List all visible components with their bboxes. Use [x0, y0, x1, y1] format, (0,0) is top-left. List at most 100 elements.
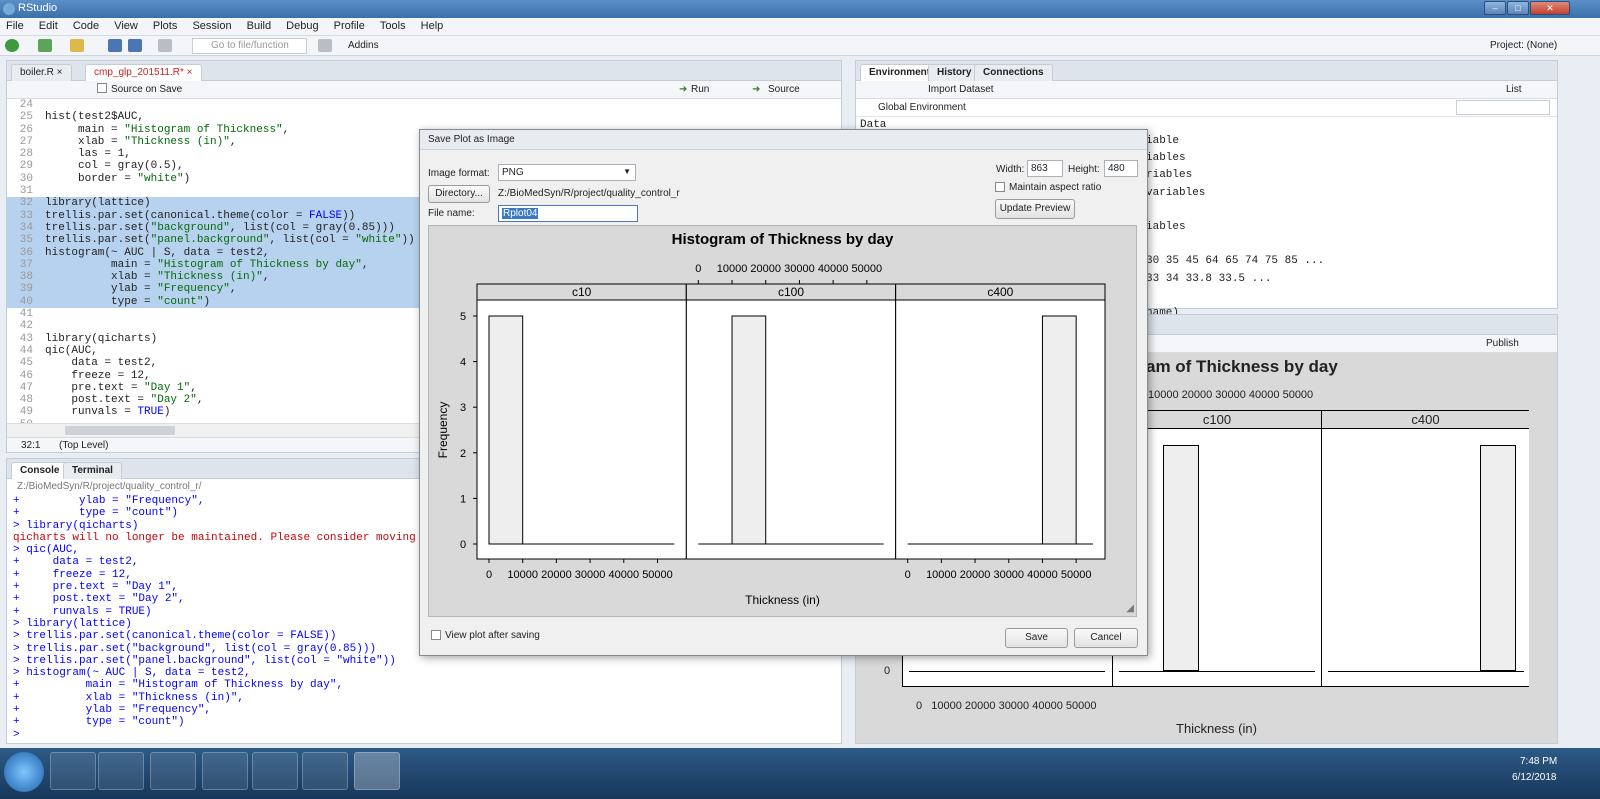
- addins-menu[interactable]: Addins: [348, 40, 379, 51]
- resize-grip-icon[interactable]: ◢: [1126, 603, 1134, 614]
- tab-connections[interactable]: Connections: [974, 64, 1053, 81]
- rstudio-task-icon[interactable]: [354, 752, 400, 790]
- global-env-dropdown[interactable]: Global Environment: [878, 102, 966, 113]
- env-search-input[interactable]: [1456, 100, 1550, 115]
- line-text: ylab = "Frequency",: [45, 283, 237, 296]
- environment-row[interactable]: [1146, 290, 1546, 307]
- open-file-icon[interactable]: [70, 39, 84, 52]
- menu-build[interactable]: Build: [241, 18, 277, 34]
- ie-icon[interactable]: [50, 752, 96, 790]
- environment-row[interactable]: iables: [1146, 221, 1546, 238]
- explorer-icon[interactable]: [98, 752, 144, 790]
- code-line[interactable]: 37 main = "Histogram of Thickness by day…: [7, 258, 425, 272]
- save-icon[interactable]: [108, 39, 122, 52]
- code-line[interactable]: 29 col = gray(0.5),: [7, 160, 425, 172]
- print-icon[interactable]: [158, 39, 172, 52]
- menu-help[interactable]: Help: [415, 18, 450, 34]
- code-line[interactable]: 36 histogram(~ AUC | S, data = test2,: [7, 246, 425, 259]
- cancel-button[interactable]: Cancel: [1074, 628, 1138, 648]
- file-name-input[interactable]: Rplot04: [498, 205, 638, 222]
- menu-file[interactable]: File: [0, 18, 30, 34]
- code-line[interactable]: 30 border = "white"): [7, 173, 425, 185]
- console-output[interactable]: + ylab = "Frequency", + type = "count") > …: [13, 495, 423, 741]
- menu-debug[interactable]: Debug: [280, 18, 324, 34]
- environment-row[interactable]: variables: [1146, 187, 1546, 204]
- save-button[interactable]: Save: [1005, 628, 1068, 648]
- menu-profile[interactable]: Profile: [328, 18, 371, 34]
- code-line[interactable]: 32 library(lattice): [7, 197, 425, 210]
- app-icon[interactable]: [302, 752, 348, 790]
- code-line[interactable]: 34 trellis.par.set("background", list(col…: [7, 221, 425, 235]
- code-line[interactable]: 42: [7, 320, 425, 332]
- publish-button[interactable]: Publish: [1486, 338, 1519, 349]
- start-button-icon[interactable]: [4, 752, 44, 792]
- code-line[interactable]: 35 trellis.par.set("panel.background", li…: [7, 234, 425, 247]
- environment-row[interactable]: iable: [1146, 135, 1546, 152]
- code-line[interactable]: 41: [7, 308, 425, 320]
- environment-row[interactable]: [1146, 238, 1546, 255]
- code-line[interactable]: 24: [7, 99, 425, 111]
- view-after-saving-checkbox[interactable]: [431, 630, 441, 640]
- hscroll-thumb[interactable]: [65, 426, 175, 435]
- maintain-aspect-checkbox[interactable]: [995, 182, 1005, 192]
- environment-row[interactable]: [1146, 204, 1546, 221]
- run-button[interactable]: Run: [691, 84, 709, 95]
- clock-date[interactable]: 6/12/2018: [1512, 772, 1557, 783]
- code-line[interactable]: 46 freeze = 12,: [7, 370, 425, 382]
- tab-console[interactable]: Console: [11, 462, 69, 479]
- image-format-select[interactable]: PNG ▼: [498, 164, 636, 181]
- terminal-icon[interactable]: [252, 752, 298, 790]
- code-line[interactable]: 31: [7, 185, 425, 197]
- save-all-icon[interactable]: [128, 39, 142, 52]
- code-line[interactable]: 49 runvals = TRUE): [7, 406, 425, 418]
- import-dataset-button[interactable]: Import Dataset: [928, 84, 994, 95]
- tab-boiler[interactable]: boiler.R ×: [11, 64, 72, 81]
- code-line[interactable]: 44 qic(AUC,: [7, 345, 425, 357]
- update-preview-button[interactable]: Update Preview: [995, 199, 1075, 219]
- environment-row[interactable]: riables: [1146, 169, 1546, 186]
- directory-button[interactable]: Directory...: [428, 185, 490, 203]
- new-project-icon[interactable]: [38, 39, 52, 52]
- project-menu[interactable]: Project: (None): [1490, 40, 1557, 51]
- close-button[interactable]: ✕: [1530, 1, 1570, 15]
- code-line[interactable]: 38 xlab = "Thickness (in)",: [7, 271, 425, 284]
- environment-row[interactable]: iables: [1146, 152, 1546, 169]
- list-view-toggle[interactable]: List: [1506, 84, 1522, 95]
- goto-file-input[interactable]: Go to file/function: [192, 38, 307, 54]
- height-input[interactable]: 480: [1104, 160, 1138, 177]
- code-line[interactable]: 48 post.text = "Day 2",: [7, 394, 425, 406]
- code-line[interactable]: 28 las = 1,: [7, 148, 425, 160]
- grid-layout-icon[interactable]: [318, 39, 332, 52]
- code-line[interactable]: 33 trellis.par.set(canonical.theme(color …: [7, 209, 425, 222]
- new-file-icon[interactable]: [5, 39, 19, 52]
- menu-view[interactable]: View: [108, 18, 144, 34]
- clock-time[interactable]: 7:48 PM: [1520, 756, 1557, 767]
- source-button[interactable]: Source: [768, 84, 800, 95]
- code-line[interactable]: 27 xlab = "Thickness (in)",: [7, 136, 425, 148]
- chrome-icon[interactable]: [202, 752, 248, 790]
- menu-tools[interactable]: Tools: [374, 18, 412, 34]
- tab-history[interactable]: History: [928, 64, 981, 81]
- notepad-icon[interactable]: [150, 752, 196, 790]
- menu-session[interactable]: Session: [186, 18, 237, 34]
- code-line[interactable]: 26 main = "Histogram of Thickness",: [7, 124, 425, 136]
- menu-code[interactable]: Code: [67, 18, 105, 34]
- maximize-button[interactable]: □: [1507, 1, 1529, 15]
- tab-cmp-glp[interactable]: cmp_glp_201511.R* ×: [85, 64, 202, 81]
- menu-plots[interactable]: Plots: [147, 18, 183, 34]
- menu-edit[interactable]: Edit: [33, 18, 64, 34]
- code-line[interactable]: 39 ylab = "Frequency",: [7, 283, 425, 296]
- width-input[interactable]: 863: [1027, 160, 1063, 177]
- code-line[interactable]: 43 library(qicharts): [7, 333, 425, 345]
- tab-terminal[interactable]: Terminal: [63, 462, 122, 479]
- source-on-save-checkbox[interactable]: [97, 83, 107, 93]
- environment-row[interactable]: 30 35 45 64 65 74 75 85 ...: [1146, 255, 1546, 272]
- minimize-button[interactable]: –: [1484, 1, 1506, 15]
- environment-row[interactable]: 33 34 33.8 33.5 ...: [1146, 273, 1546, 290]
- code-line[interactable]: 25 hist(test2$AUC,: [7, 111, 425, 123]
- scope-indicator[interactable]: (Top Level): [59, 440, 108, 451]
- code-line[interactable]: 45 data = test2,: [7, 357, 425, 369]
- code-line[interactable]: 47 pre.text = "Day 1",: [7, 382, 425, 394]
- code-editor[interactable]: 24 25 hist(test2$AUC, 26 main = "Histogram …: [7, 99, 425, 423]
- code-line[interactable]: 40 type = "count"): [7, 295, 425, 309]
